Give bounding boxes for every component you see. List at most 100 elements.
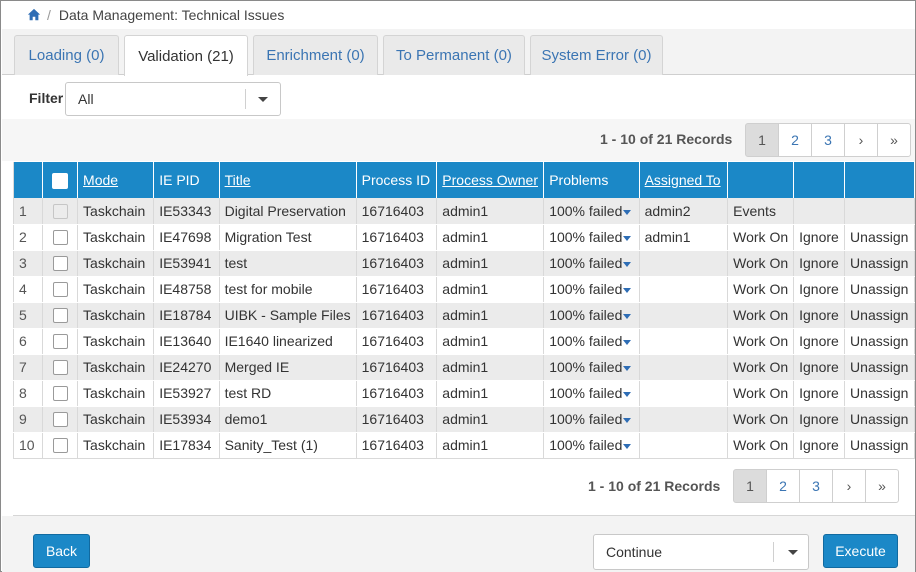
process-id-cell: 16716403	[356, 276, 438, 303]
row-number: 9	[12, 406, 44, 433]
tab-enrichment[interactable]: Enrichment (0)	[253, 35, 378, 75]
col-process-id: Process ID	[356, 162, 438, 198]
problems-dropdown[interactable]: 100% failed	[543, 198, 640, 225]
row-select-cell	[42, 354, 79, 381]
next-page-button[interactable]: ›	[832, 469, 866, 503]
problems-dropdown[interactable]: 100% failed	[543, 276, 640, 303]
home-icon[interactable]	[27, 8, 41, 22]
action-link-1[interactable]: Work On	[727, 224, 795, 251]
assigned-to-cell	[639, 302, 729, 329]
tab-loading[interactable]: Loading (0)	[14, 35, 119, 75]
problems-dropdown[interactable]: 100% failed	[543, 354, 640, 381]
page-3-button[interactable]: 3	[799, 469, 833, 503]
row-checkbox[interactable]	[52, 282, 68, 298]
row-checkbox[interactable]	[52, 412, 68, 428]
problems-dropdown[interactable]: 100% failed	[543, 432, 640, 459]
unassign-link[interactable]: Unassign	[844, 250, 915, 277]
tab-validation[interactable]: Validation (21)	[124, 35, 248, 76]
assigned-to-cell	[639, 432, 729, 459]
unassign-link[interactable]: Unassign	[844, 328, 915, 355]
filter-label: Filter	[29, 90, 64, 106]
title-cell: Merged IE	[219, 354, 357, 381]
pagination-bottom: 1 2 3 › »	[733, 469, 899, 503]
unassign-link[interactable]: Unassign	[844, 302, 915, 329]
row-checkbox[interactable]	[52, 256, 68, 272]
problems-dropdown[interactable]: 100% failed	[543, 224, 640, 251]
unassign-link[interactable]: Unassign	[844, 432, 915, 459]
row-select-cell	[42, 198, 79, 225]
col-problems: Problems	[543, 162, 640, 198]
last-page-button[interactable]: »	[877, 123, 911, 157]
row-number: 4	[12, 276, 44, 303]
execute-button[interactable]: Execute	[823, 534, 898, 568]
last-page-button[interactable]: »	[865, 469, 899, 503]
select-all-checkbox[interactable]	[52, 172, 69, 189]
action-link-1[interactable]: Events	[727, 198, 795, 225]
ie-pid-cell: IE24270	[153, 354, 220, 381]
problems-dropdown[interactable]: 100% failed	[543, 250, 640, 277]
action-link-1[interactable]: Work On	[727, 432, 795, 459]
filter-select[interactable]: All	[65, 82, 281, 116]
page-3-button[interactable]: 3	[811, 123, 845, 157]
row-select-cell	[42, 276, 79, 303]
col-process-owner[interactable]: Process Owner	[436, 162, 545, 198]
col-assigned-to[interactable]: Assigned To	[639, 162, 729, 198]
records-count-top: 1 - 10 of 21 Records	[600, 131, 733, 147]
process-owner-cell: admin1	[436, 406, 545, 433]
row-select-cell	[42, 380, 79, 407]
process-id-cell: 16716403	[356, 432, 438, 459]
unassign-link[interactable]: Unassign	[844, 354, 915, 381]
caret-down-icon	[623, 339, 632, 345]
row-checkbox[interactable]	[52, 438, 68, 454]
ignore-link[interactable]: Ignore	[793, 432, 846, 459]
ignore-link[interactable]: Ignore	[793, 328, 846, 355]
back-button[interactable]: Back	[33, 534, 90, 568]
unassign-link[interactable]: Unassign	[844, 380, 915, 407]
unassign-link[interactable]: Unassign	[844, 276, 915, 303]
row-checkbox[interactable]	[52, 308, 68, 324]
action-link-1[interactable]: Work On	[727, 302, 795, 329]
tab-to-permanent[interactable]: To Permanent (0)	[383, 35, 525, 75]
ignore-link[interactable]: Ignore	[793, 302, 846, 329]
ignore-link[interactable]: Ignore	[793, 276, 846, 303]
ignore-link[interactable]: Ignore	[793, 250, 846, 277]
process-id-cell: 16716403	[356, 198, 438, 225]
action-select[interactable]: Continue	[593, 534, 809, 570]
problems-dropdown[interactable]: 100% failed	[543, 302, 640, 329]
col-title[interactable]: Title	[219, 162, 357, 198]
page-1-button[interactable]: 1	[733, 469, 767, 503]
table-row: 3 Taskchain IE53941 test 16716403 admin1 100% …	[12, 250, 915, 277]
ignore-link[interactable]: Ignore	[793, 354, 846, 381]
unassign-link[interactable]: Unassign	[844, 224, 915, 251]
ignore-link[interactable]: Ignore	[793, 224, 846, 251]
row-checkbox[interactable]	[52, 360, 68, 376]
row-checkbox[interactable]	[52, 230, 68, 246]
next-page-button[interactable]: ›	[844, 123, 878, 157]
action-link-1[interactable]: Work On	[727, 276, 795, 303]
page-1-button[interactable]: 1	[745, 123, 779, 157]
problems-dropdown[interactable]: 100% failed	[543, 380, 640, 407]
ignore-link[interactable]: Ignore	[793, 406, 846, 433]
pagination-top: 1 2 3 › »	[745, 123, 911, 157]
tab-system-error[interactable]: System Error (0)	[530, 35, 663, 75]
action-link-1[interactable]: Work On	[727, 380, 795, 407]
problems-dropdown[interactable]: 100% failed	[543, 406, 640, 433]
page-2-button[interactable]: 2	[766, 469, 800, 503]
action-link-1[interactable]: Work On	[727, 328, 795, 355]
mode-cell: Taskchain	[77, 354, 155, 381]
col-row-number	[12, 162, 44, 198]
action-link-1[interactable]: Work On	[727, 354, 795, 381]
action-link-1[interactable]: Work On	[727, 250, 795, 277]
page-2-button[interactable]: 2	[778, 123, 812, 157]
problems-dropdown[interactable]: 100% failed	[543, 328, 640, 355]
row-checkbox[interactable]	[52, 334, 68, 350]
table-row: 4 Taskchain IE48758 test for mobile 16716403…	[12, 276, 915, 303]
title-cell: Migration Test	[219, 224, 357, 251]
process-owner-cell: admin1	[436, 328, 545, 355]
ignore-link[interactable]: Ignore	[793, 380, 846, 407]
unassign-link[interactable]: Unassign	[844, 406, 915, 433]
table-row: 5 Taskchain IE18784 UIBK - Sample Files 1671…	[12, 302, 915, 329]
action-link-1[interactable]: Work On	[727, 406, 795, 433]
row-checkbox[interactable]	[52, 386, 68, 402]
col-mode[interactable]: Mode	[77, 162, 155, 198]
